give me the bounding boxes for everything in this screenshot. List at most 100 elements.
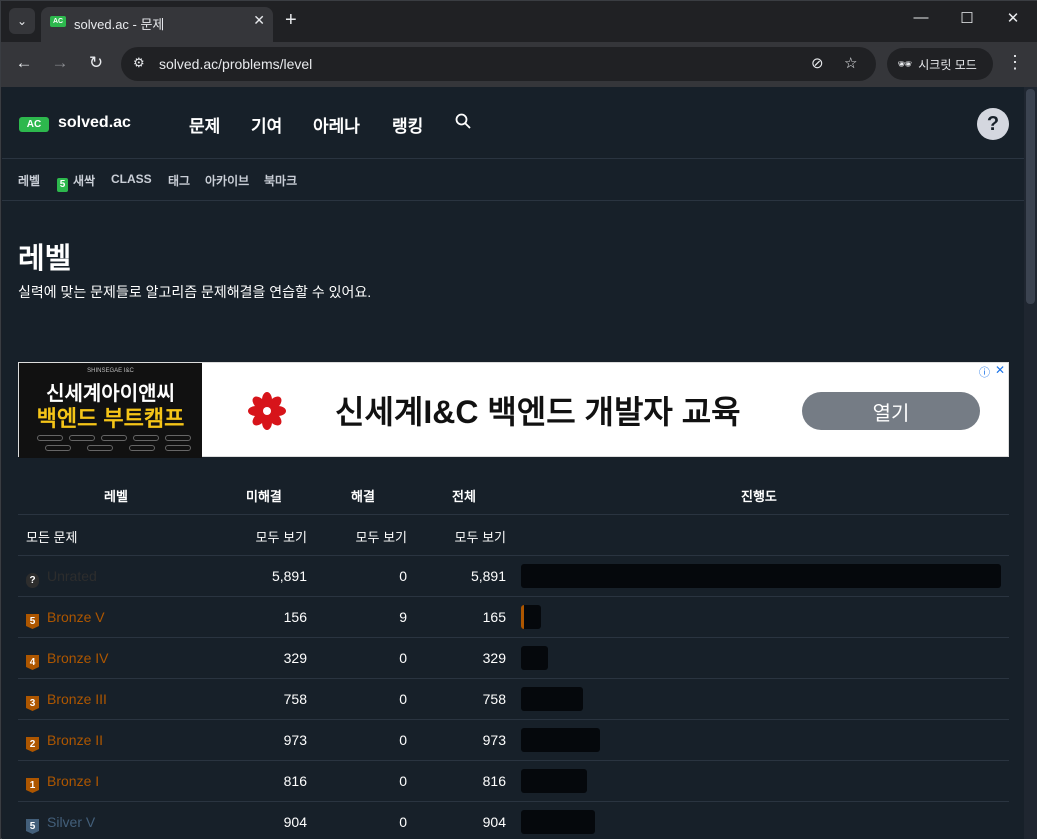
forward-button[interactable]: → xyxy=(48,53,72,73)
header-progress: 진행도 xyxy=(741,489,777,504)
tier-name[interactable]: ? Unrated xyxy=(26,568,97,588)
tier-badge-icon: 4 xyxy=(26,655,39,670)
ad-info-icon[interactable]: ⓘ xyxy=(979,364,990,380)
solved-count[interactable]: 0 xyxy=(307,732,407,748)
browser-window: ⌄ AC solved.ac - 문제 ✕ + — ☐ ✕ ← → ↻ ⚙ so… xyxy=(0,0,1037,839)
progress-bar xyxy=(521,646,548,670)
solved-count[interactable]: 0 xyxy=(307,650,407,666)
view-all-unsolved-link[interactable]: 모두 보기 xyxy=(208,527,307,546)
address-bar[interactable]: ⚙ solved.ac/problems/level ⊘ ☆ xyxy=(121,47,876,81)
solved-count[interactable]: 0 xyxy=(307,814,407,830)
table-row: 3 Bronze III 758 0 758 xyxy=(18,679,1009,720)
ad-image-brand: SHINSEGAE I&C xyxy=(87,368,134,374)
tier-name[interactable]: 4 Bronze IV xyxy=(26,650,108,670)
table-row-all: 모든 문제 모두 보기 모두 보기 모두 보기 xyxy=(18,515,1009,556)
logo-badge[interactable]: AC xyxy=(19,117,49,132)
subnav-level[interactable]: 레벨 xyxy=(18,172,40,189)
solved-count[interactable]: 0 xyxy=(307,773,407,789)
help-button[interactable]: ? xyxy=(977,108,1009,140)
unsolved-count[interactable]: 329 xyxy=(208,650,307,666)
solved-count[interactable]: 9 xyxy=(307,609,407,625)
header-unsolved: 미해결 xyxy=(246,489,282,504)
header-solved: 해결 xyxy=(351,489,375,504)
subnav-archive[interactable]: 아카이브 xyxy=(205,172,249,189)
ad-image[interactable]: SHINSEGAE I&C 신세계아이앤씨 백엔드 부트캠프 xyxy=(19,363,202,458)
reload-button[interactable]: ↻ xyxy=(84,53,108,73)
total-count[interactable]: 329 xyxy=(407,650,506,666)
search-icon[interactable] xyxy=(455,113,471,134)
incognito-indicator[interactable]: 🕶 시크릿 모드 xyxy=(887,48,993,80)
eye-off-icon[interactable]: ⊘ xyxy=(811,54,824,72)
ad-logo-icon xyxy=(247,391,287,431)
unsolved-count[interactable]: 758 xyxy=(208,691,307,707)
page-scrollbar[interactable] xyxy=(1024,87,1037,839)
nav-problems[interactable]: 문제 xyxy=(189,112,220,137)
url-text[interactable]: solved.ac/problems/level xyxy=(159,56,312,72)
progress-bar xyxy=(521,687,583,711)
tier-name[interactable]: 3 Bronze III xyxy=(26,691,107,711)
close-window-button[interactable]: ✕ xyxy=(990,9,1036,27)
subnav-new-label: 새싹 xyxy=(73,174,96,188)
ad-image-line2: 백엔드 부트캠프 xyxy=(36,406,185,431)
tier-name[interactable]: 2 Bronze II xyxy=(26,732,103,752)
maximize-button[interactable]: ☐ xyxy=(944,9,990,27)
total-count[interactable]: 5,891 xyxy=(407,568,506,584)
subnav-class[interactable]: CLASS xyxy=(111,172,152,186)
tier-badge-icon: ? xyxy=(26,573,39,588)
tier-name[interactable]: 5 Silver V xyxy=(26,814,95,834)
unsolved-count[interactable]: 904 xyxy=(208,814,307,830)
table-row: 4 Bronze IV 329 0 329 xyxy=(18,638,1009,679)
view-all-solved-link[interactable]: 모두 보기 xyxy=(307,527,407,546)
subnav-tag[interactable]: 태그 xyxy=(168,172,190,189)
bookmark-star-icon[interactable]: ☆ xyxy=(844,54,857,72)
tier-label: Bronze I xyxy=(47,773,100,789)
total-count[interactable]: 758 xyxy=(407,691,506,707)
total-count[interactable]: 904 xyxy=(407,814,506,830)
tier-badge-icon: 5 xyxy=(26,819,39,834)
tab-search-button[interactable]: ⌄ xyxy=(9,8,35,34)
subnav-new[interactable]: 5 새싹 xyxy=(57,172,95,192)
back-button[interactable]: ← xyxy=(12,53,36,73)
solved-count[interactable]: 0 xyxy=(307,691,407,707)
incognito-label: 시크릿 모드 xyxy=(918,57,977,72)
nav-ranking[interactable]: 랭킹 xyxy=(392,112,423,137)
tier-label: Bronze II xyxy=(47,732,104,748)
tier-name[interactable]: 5 Bronze V xyxy=(26,609,105,629)
nav-arena[interactable]: 아레나 xyxy=(313,112,360,137)
tab-title: solved.ac - 문제 xyxy=(74,17,165,32)
unsolved-count[interactable]: 5,891 xyxy=(208,568,307,584)
unsolved-count[interactable]: 156 xyxy=(208,609,307,625)
tier-label: Silver V xyxy=(47,814,96,830)
sprout-badge-icon: 5 xyxy=(57,178,68,192)
header-total: 전체 xyxy=(452,489,476,504)
total-count[interactable]: 973 xyxy=(407,732,506,748)
table-row: 5 Bronze V 156 9 165 xyxy=(18,597,1009,638)
ad-open-button[interactable]: 열기 xyxy=(802,392,980,430)
advertisement-banner[interactable]: SHINSEGAE I&C 신세계아이앤씨 백엔드 부트캠프 신세계I&C 백엔… xyxy=(18,362,1009,458)
all-problems-label: 모든 문제 xyxy=(26,530,78,545)
site-info-icon[interactable]: ⚙ xyxy=(133,55,145,71)
header-level: 레벨 xyxy=(104,489,128,504)
table-row: 5 Silver V 904 0 904 xyxy=(18,802,1009,839)
view-all-total-link[interactable]: 모두 보기 xyxy=(407,527,506,546)
tab-close-icon[interactable]: ✕ xyxy=(253,12,265,29)
scrollbar-thumb[interactable] xyxy=(1026,89,1035,304)
unsolved-count[interactable]: 816 xyxy=(208,773,307,789)
solved-count[interactable]: 0 xyxy=(307,568,407,584)
tier-name[interactable]: 1 Bronze I xyxy=(26,773,99,793)
page-description: 실력에 맞는 문제들로 알고리즘 문제해결을 연습할 수 있어요. xyxy=(18,284,372,300)
active-tab[interactable]: AC solved.ac - 문제 ✕ xyxy=(41,7,273,42)
total-count[interactable]: 816 xyxy=(407,773,506,789)
ad-headline[interactable]: 신세계I&C 백엔드 개발자 교육 xyxy=(335,387,741,433)
tier-label: Bronze IV xyxy=(47,650,109,666)
total-count[interactable]: 165 xyxy=(407,609,506,625)
new-tab-button[interactable]: + xyxy=(285,9,297,31)
ad-close-icon[interactable]: ✕ xyxy=(995,363,1005,377)
unsolved-count[interactable]: 973 xyxy=(208,732,307,748)
browser-toolbar: ← → ↻ ⚙ solved.ac/problems/level ⊘ ☆ 🕶 시… xyxy=(1,42,1037,87)
nav-contribute[interactable]: 기여 xyxy=(251,112,282,137)
logo-text[interactable]: solved.ac xyxy=(58,114,131,132)
browser-menu-icon[interactable]: ⋮ xyxy=(1005,52,1025,73)
subnav-bookmark[interactable]: 북마크 xyxy=(264,172,297,189)
minimize-button[interactable]: — xyxy=(898,9,944,26)
